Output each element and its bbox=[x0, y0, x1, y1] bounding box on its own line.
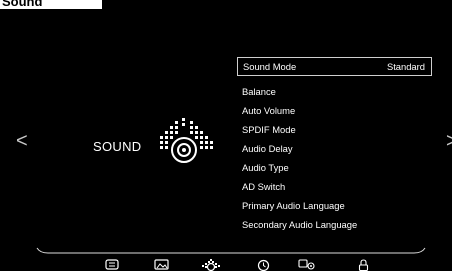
sound-category-icon bbox=[160, 118, 213, 163]
menu-item-spdif-mode[interactable]: SPDIF Mode bbox=[237, 120, 432, 139]
menu-item-sound-mode[interactable]: Sound Mode Standard bbox=[237, 57, 432, 76]
menu-item-audio-delay[interactable]: Audio Delay bbox=[237, 139, 432, 158]
menu-item-label: Sound Mode bbox=[243, 61, 297, 72]
bottom-bar-divider bbox=[36, 247, 426, 254]
picture-icon[interactable] bbox=[154, 259, 169, 271]
menu-item-auto-volume[interactable]: Auto Volume bbox=[237, 101, 432, 120]
lock-icon[interactable] bbox=[358, 259, 369, 271]
setup-icon[interactable] bbox=[298, 259, 316, 271]
previous-category-arrow[interactable]: < bbox=[16, 131, 28, 151]
sound-menu: Sound Mode Standard Balance Auto Volume … bbox=[237, 57, 432, 234]
menu-item-primary-audio-language[interactable]: Primary Audio Language bbox=[237, 196, 432, 215]
bottom-category-bar bbox=[0, 259, 452, 271]
menu-item-audio-type[interactable]: Audio Type bbox=[237, 158, 432, 177]
menu-item-balance[interactable]: Balance bbox=[237, 82, 432, 101]
next-category-arrow[interactable]: > bbox=[446, 131, 452, 151]
sound-mode-value: Standard bbox=[386, 61, 425, 72]
page-caption: Sound bbox=[0, 0, 102, 9]
time-icon[interactable] bbox=[257, 259, 270, 271]
category-title: SOUND bbox=[93, 139, 142, 154]
menu-item-ad-switch[interactable]: AD Switch bbox=[237, 177, 432, 196]
sound-icon[interactable] bbox=[201, 259, 221, 271]
channel-icon[interactable] bbox=[105, 259, 119, 271]
